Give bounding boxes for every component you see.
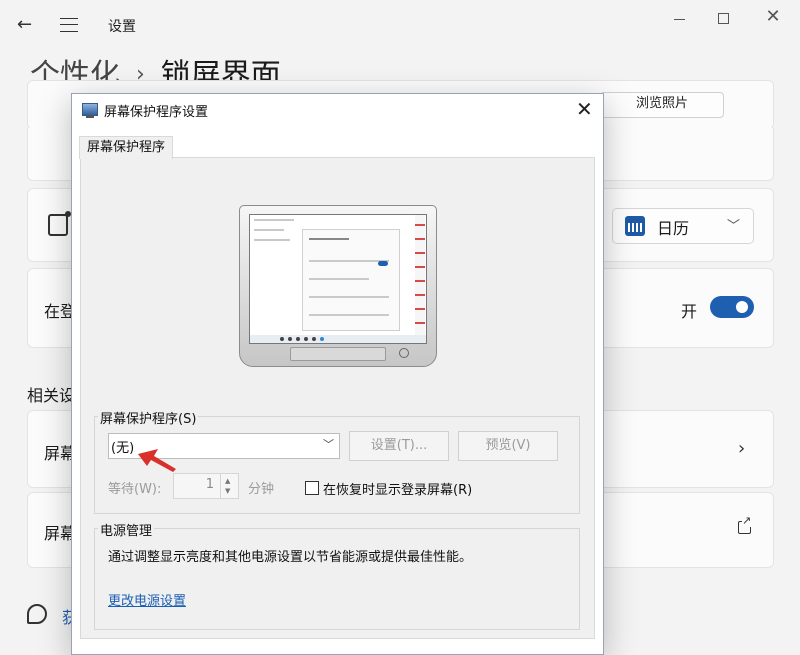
external-link-icon [738,514,752,534]
monitor-power-icon [399,348,409,358]
settings-button[interactable]: 设置(T)... [349,431,449,461]
monitor-preview [239,205,437,367]
browse-photos-button[interactable]: 浏览照片 [600,92,724,118]
power-management-group [94,528,580,630]
wait-minutes-input[interactable]: 1 [173,473,221,499]
stepper-down-icon[interactable]: ▼ [225,487,230,495]
preview-taskbar [250,335,426,343]
lock-screen-status-icon [48,211,71,236]
help-icon[interactable] [27,604,47,624]
dialog-close-button[interactable]: ✕ [576,97,593,121]
resume-login-checkbox[interactable] [305,481,319,495]
menu-icon[interactable] [60,18,78,32]
signin-background-toggle[interactable] [710,296,754,318]
screen-saver-group-label: 屏幕保护程序(S) [98,408,199,427]
chevron-down-icon: ﹀ [323,438,334,451]
calendar-icon [625,216,645,236]
title-bar: ← 设置 ✕ [0,0,800,46]
maximize-button[interactable] [708,8,738,30]
related-settings-heading: 相关设 [27,386,76,405]
chevron-right-icon: › [738,438,746,459]
preview-button[interactable]: 预览(V) [458,431,558,461]
toggle-state-label: 开 [681,302,698,321]
calendar-dropdown[interactable]: 日历 ﹀ [612,208,754,244]
wait-minutes-value: 1 [205,477,214,492]
power-management-label: 电源管理 [98,520,155,539]
preview-screen [249,214,427,344]
dialog-title: 屏幕保护程序设置 [104,105,209,120]
tab-screen-saver[interactable]: 屏幕保护程序 [79,136,174,159]
screen-saver-dialog: 屏幕保护程序设置 ✕ 屏幕保护程序 屏幕保护程序(S) (无) ﹀ 设置(T).… [71,93,604,655]
screen-saver-app-icon [82,103,98,118]
screen-saver-select-value: (无) [111,441,135,456]
window-close-button[interactable]: ✕ [758,6,788,28]
calendar-dropdown-value: 日历 [657,219,690,238]
chevron-down-icon: ﹀ [727,219,741,234]
wait-unit-label: 分钟 [248,482,275,497]
back-arrow-icon[interactable]: ← [17,14,32,35]
stepper-up-icon[interactable]: ▲ [225,477,230,485]
preview-window [302,229,400,331]
minimize-button[interactable] [664,8,694,30]
monitor-stand [290,347,386,361]
resume-login-label[interactable]: 在恢复时显示登录屏幕(R) [323,479,472,498]
app-title: 设置 [108,19,136,35]
wait-label: 等待(W): [108,482,162,497]
wait-minutes-stepper[interactable]: ▲ ▼ [220,473,239,499]
annotation-arrow-icon [138,449,176,472]
change-power-settings-link[interactable]: 更改电源设置 [108,590,186,609]
power-management-description: 通过调整显示亮度和其他电源设置以节省能源或提供最佳性能。 [108,550,473,565]
